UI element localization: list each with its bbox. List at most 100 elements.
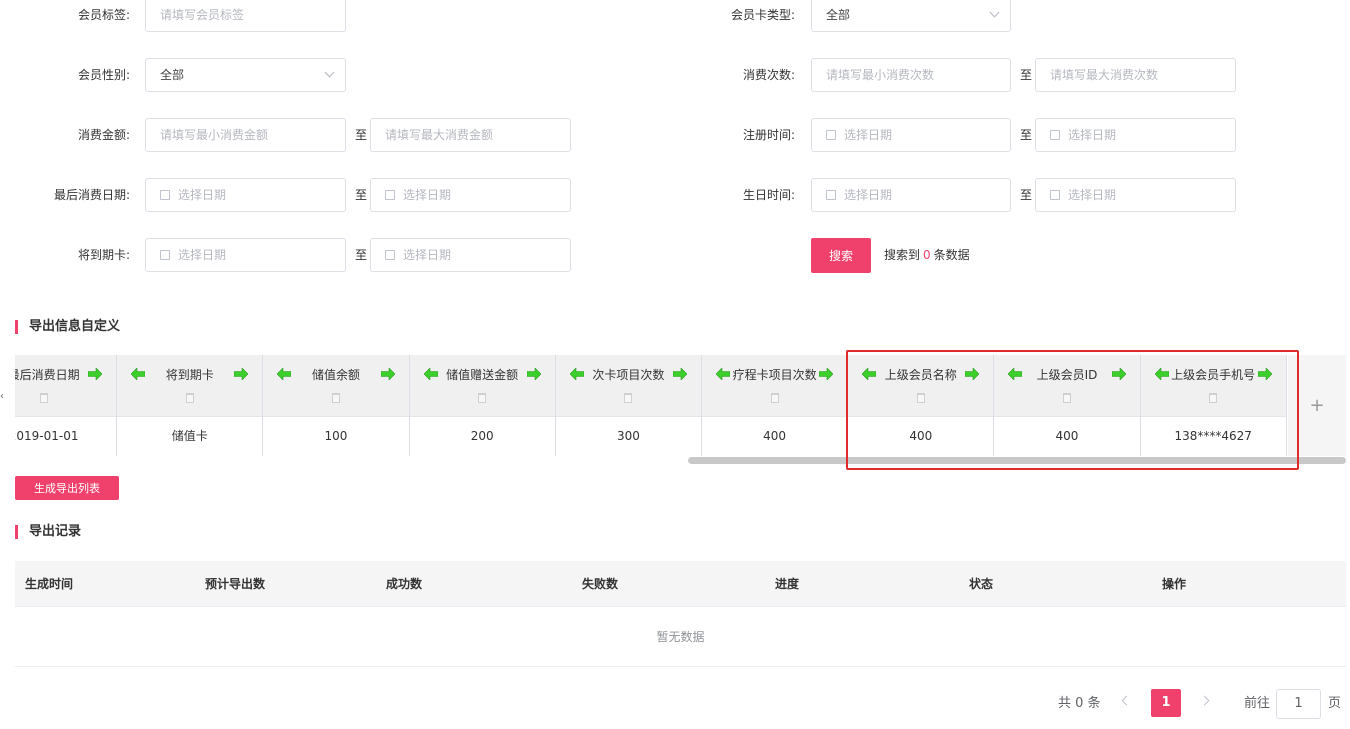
arrow-left-icon[interactable] xyxy=(1008,368,1023,380)
goto-page-input[interactable]: 1 xyxy=(1276,689,1321,719)
search-result-count: 0 xyxy=(923,248,931,262)
arrow-right-icon[interactable] xyxy=(88,368,103,380)
arrow-left-icon[interactable] xyxy=(277,368,292,380)
date-placeholder: 选择日期 xyxy=(178,188,227,202)
header-status: 状态 xyxy=(969,577,994,591)
birthday-end-input[interactable]: 选择日期 xyxy=(1035,178,1236,212)
column-header: 将到期卡 xyxy=(117,355,263,417)
column-header: 次卡项目次数 xyxy=(555,355,701,417)
register-time-end-input[interactable]: 选择日期 xyxy=(1035,118,1236,152)
export-column[interactable]: 储值赠送金额 200 xyxy=(409,355,556,456)
consume-amount-label: 消费金额: xyxy=(77,128,130,142)
column-sample-value: 138****4627 xyxy=(1140,417,1286,455)
expire-card-start-input[interactable]: 选择日期 xyxy=(145,238,346,272)
date-placeholder: 选择日期 xyxy=(403,248,452,262)
date-placeholder: 选择日期 xyxy=(1068,128,1117,142)
export-column[interactable]: 上级会员ID 400 xyxy=(994,355,1141,456)
date-placeholder: 选择日期 xyxy=(1068,188,1117,202)
header-generate-time: 生成时间 xyxy=(25,577,74,591)
trash-icon[interactable] xyxy=(478,393,487,403)
column-sample-value: 400 xyxy=(994,417,1140,455)
generate-export-list-button[interactable]: 生成导出列表 xyxy=(15,476,119,500)
card-type-select[interactable]: 全部 xyxy=(811,0,1011,32)
trash-icon[interactable] xyxy=(1062,393,1071,403)
add-column-button[interactable]: + xyxy=(1288,355,1346,456)
gender-label: 会员性别: xyxy=(77,68,130,82)
column-sample-value: 300 xyxy=(555,417,701,455)
register-time-label: 注册时间: xyxy=(742,128,795,142)
column-sample-value: 400 xyxy=(702,417,848,455)
header-fail-count: 失败数 xyxy=(582,577,619,591)
expire-card-label: 将到期卡: xyxy=(77,248,130,262)
gender-value: 全部 xyxy=(160,68,185,82)
trash-icon[interactable] xyxy=(39,393,48,403)
export-column[interactable]: 将到期卡 储值卡 xyxy=(117,355,264,456)
trash-icon[interactable] xyxy=(185,393,194,403)
column-title: 储值余额 xyxy=(311,367,360,382)
register-time-start-input[interactable]: 选择日期 xyxy=(811,118,1011,152)
date-placeholder: 选择日期 xyxy=(844,128,893,142)
expire-card-end-input[interactable]: 选择日期 xyxy=(370,238,571,272)
header-estimated-count: 预计导出数 xyxy=(205,577,266,591)
collapse-handle-icon[interactable]: ‹ xyxy=(0,388,7,406)
arrow-left-icon[interactable] xyxy=(716,368,730,380)
arrow-right-icon[interactable] xyxy=(1257,368,1272,380)
column-sample-value: 储值卡 xyxy=(117,417,263,455)
arrow-left-icon[interactable] xyxy=(131,368,146,380)
calendar-icon xyxy=(385,250,395,260)
export-column[interactable]: 疗程卡项目次数 400 xyxy=(702,355,849,456)
column-title: 上级会员ID xyxy=(1036,367,1098,382)
consume-count-max-input[interactable]: 请填写最大消费次数 xyxy=(1035,58,1236,92)
export-column[interactable]: 上级会员名称 400 xyxy=(848,355,995,456)
arrow-right-icon[interactable] xyxy=(234,368,249,380)
export-column[interactable]: 上级会员手机号 138****4627 xyxy=(1140,355,1287,456)
column-header: 疗程卡项目次数 xyxy=(702,355,848,417)
arrow-right-icon[interactable] xyxy=(819,368,834,380)
next-page-icon[interactable] xyxy=(1199,695,1210,706)
calendar-icon xyxy=(826,190,836,200)
export-records-title: 导出记录 xyxy=(15,524,81,540)
records-empty-text: 暂无数据 xyxy=(15,607,1346,667)
trash-icon[interactable] xyxy=(331,393,340,403)
pagination-total: 共 0 条 xyxy=(1058,696,1101,711)
export-column[interactable]: 最后消费日期 2019-01-01 xyxy=(15,355,118,456)
arrow-left-icon[interactable] xyxy=(569,368,584,380)
prev-page-icon[interactable] xyxy=(1121,695,1132,706)
goto-prefix: 前往 xyxy=(1244,696,1271,711)
calendar-icon xyxy=(1050,190,1060,200)
consume-count-min-input[interactable]: 请填写最小消费次数 xyxy=(811,58,1011,92)
arrow-right-icon[interactable] xyxy=(526,368,541,380)
arrow-right-icon[interactable] xyxy=(380,368,395,380)
consume-amount-min-input[interactable]: 请填写最小消费金额 xyxy=(145,118,346,152)
arrow-left-icon[interactable] xyxy=(423,368,438,380)
gender-select[interactable]: 全部 xyxy=(145,58,346,92)
horizontal-scrollbar[interactable] xyxy=(688,457,1346,464)
trash-icon[interactable] xyxy=(1209,393,1218,403)
column-header: 上级会员手机号 xyxy=(1140,355,1286,417)
consume-count-label: 消费次数: xyxy=(742,68,795,82)
member-tag-input[interactable]: 请填写会员标签 xyxy=(145,0,346,32)
arrow-right-icon[interactable] xyxy=(672,368,687,380)
consume-amount-max-input[interactable]: 请填写最大消费金额 xyxy=(370,118,571,152)
chevron-down-icon xyxy=(324,67,335,78)
last-consume-start-input[interactable]: 选择日期 xyxy=(145,178,346,212)
current-page-button[interactable]: 1 xyxy=(1151,689,1181,717)
column-title: 将到期卡 xyxy=(165,367,214,382)
search-button[interactable]: 搜索 xyxy=(811,238,871,273)
arrow-left-icon[interactable] xyxy=(862,368,877,380)
column-title: 上级会员手机号 xyxy=(1171,367,1256,382)
export-column[interactable]: 储值余额 100 xyxy=(263,355,410,456)
export-column[interactable]: 次卡项目次数 300 xyxy=(555,355,702,456)
arrow-right-icon[interactable] xyxy=(1111,368,1126,380)
range-separator: 至 xyxy=(355,128,368,142)
last-consume-end-input[interactable]: 选择日期 xyxy=(370,178,571,212)
arrow-left-icon[interactable] xyxy=(1154,368,1169,380)
trash-icon[interactable] xyxy=(770,393,779,403)
arrow-right-icon[interactable] xyxy=(965,368,980,380)
column-header: 最后消费日期 xyxy=(15,355,117,417)
calendar-icon xyxy=(160,190,170,200)
card-type-value: 全部 xyxy=(826,8,851,22)
trash-icon[interactable] xyxy=(916,393,925,403)
trash-icon[interactable] xyxy=(624,393,633,403)
birthday-start-input[interactable]: 选择日期 xyxy=(811,178,1011,212)
